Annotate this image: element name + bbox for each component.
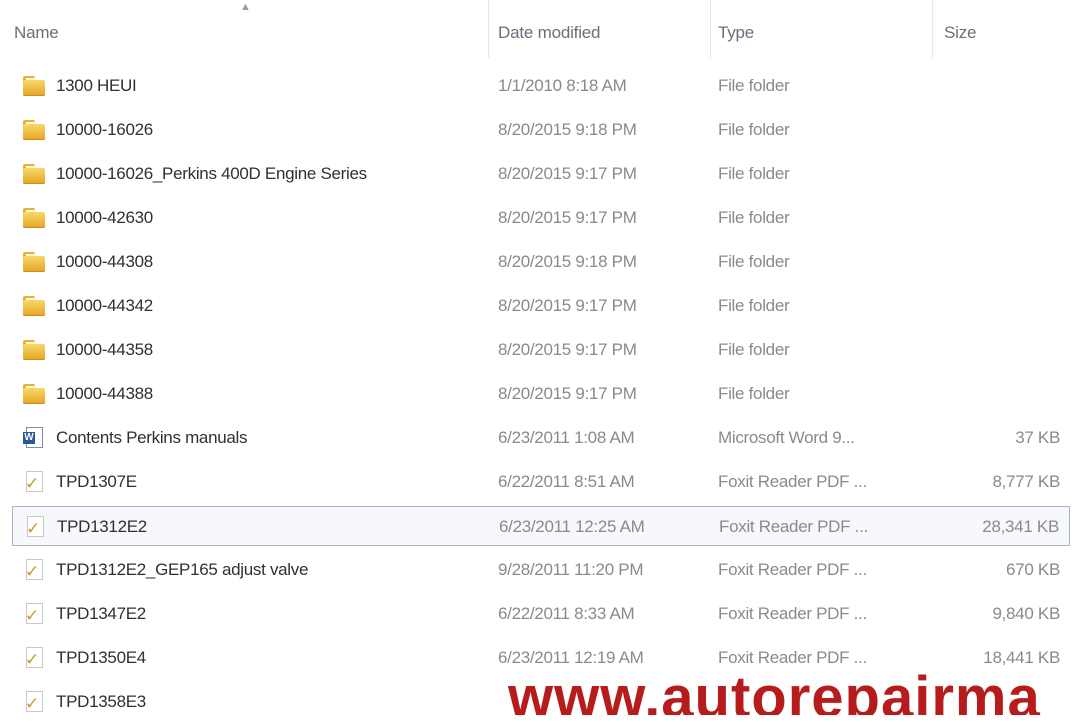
- column-header-name[interactable]: Name: [14, 22, 59, 44]
- date-modified: 9/28/2011 11:20 PM: [498, 560, 644, 579]
- pdf-document-icon: ✓: [22, 646, 46, 670]
- file-row[interactable]: W Contents Perkins manuals 6/23/2011 1:08 …: [12, 418, 1070, 458]
- file-name: TPD1312E2: [57, 517, 147, 536]
- file-row[interactable]: ✓ TPD1347E2 6/22/2011 8:33 AM Foxit Reader …: [12, 594, 1070, 634]
- file-row[interactable]: 10000-44358 8/20/2015 9:17 PM File folder: [12, 330, 1070, 370]
- date-modified: 6/23/2011 1:08 AM: [498, 428, 635, 447]
- file-name: Contents Perkins manuals: [56, 428, 248, 447]
- date-modified: 6/22/2011 8:51 AM: [498, 472, 635, 491]
- date-modified: 6/23/2011 12:19 AM: [498, 648, 644, 667]
- file-row[interactable]: ✓ TPD1307E 6/22/2011 8:51 AM Foxit Reader P…: [12, 462, 1070, 502]
- file-name: 10000-44388: [56, 384, 153, 403]
- date-modified: 6/22/2011 8:33 AM: [498, 604, 635, 623]
- file-name: 10000-44342: [56, 296, 153, 315]
- file-type: Foxit Reader PDF ...: [718, 560, 867, 579]
- date-modified: 8/20/2015 9:18 PM: [498, 252, 637, 271]
- watermark-text: www.autorepairma: [508, 669, 1041, 715]
- date-modified: 6/23/2011 12:25 AM: [499, 517, 645, 536]
- folder-icon: [22, 338, 46, 362]
- file-row[interactable]: ✓ TPD1312E2 6/23/2011 12:25 AM Foxit Reader…: [12, 506, 1070, 546]
- file-name: TPD1307E: [56, 472, 137, 491]
- date-modified: 8/20/2015 9:18 PM: [498, 120, 637, 139]
- file-name: TPD1312E2_GEP165 adjust valve: [56, 560, 309, 579]
- date-modified: 8/20/2015 9:17 PM: [498, 164, 637, 183]
- pdf-document-icon: ✓: [23, 515, 47, 539]
- file-row[interactable]: 10000-42630 8/20/2015 9:17 PM File folder: [12, 198, 1070, 238]
- file-type: File folder: [718, 296, 790, 315]
- file-name: 1300 HEUI: [56, 76, 137, 95]
- file-size: 18,441 KB: [983, 648, 1060, 667]
- date-modified: 8/20/2015 9:17 PM: [498, 296, 637, 315]
- date-modified: 8/20/2015 9:17 PM: [498, 208, 637, 227]
- file-name: 10000-42630: [56, 208, 153, 227]
- column-divider[interactable]: [932, 0, 933, 58]
- folder-icon: [22, 294, 46, 318]
- file-type: File folder: [718, 208, 790, 227]
- file-row[interactable]: 10000-16026 8/20/2015 9:18 PM File folder: [12, 110, 1070, 150]
- date-modified: 8/20/2015 9:17 PM: [498, 340, 637, 359]
- folder-icon: [22, 382, 46, 406]
- column-header-size[interactable]: Size: [944, 22, 976, 44]
- file-type: File folder: [718, 384, 790, 403]
- folder-icon: [22, 250, 46, 274]
- file-type: Foxit Reader PDF ...: [719, 517, 868, 536]
- file-name: TPD1347E2: [56, 604, 146, 623]
- file-type: Foxit Reader PDF ...: [718, 604, 867, 623]
- column-header-type[interactable]: Type: [718, 22, 754, 44]
- column-divider[interactable]: [488, 0, 489, 58]
- date-modified: 1/1/2010 8:18 AM: [498, 76, 627, 95]
- column-header-bar: Name Date modified Type Size: [0, 0, 1073, 62]
- file-type: Microsoft Word 9...: [718, 428, 855, 447]
- file-type: File folder: [718, 252, 790, 271]
- pdf-document-icon: ✓: [22, 470, 46, 494]
- file-type: File folder: [718, 76, 790, 95]
- pdf-document-icon: ✓: [22, 558, 46, 582]
- file-name: TPD1358E3: [56, 692, 146, 711]
- folder-icon: [22, 162, 46, 186]
- pdf-document-icon: ✓: [22, 602, 46, 626]
- file-size: 8,777 KB: [992, 472, 1060, 491]
- file-name: 10000-16026_Perkins 400D Engine Series: [56, 164, 367, 183]
- file-row[interactable]: 10000-44342 8/20/2015 9:17 PM File folder: [12, 286, 1070, 326]
- file-row[interactable]: 10000-16026_Perkins 400D Engine Series 8/…: [12, 154, 1070, 194]
- file-row[interactable]: 10000-44308 8/20/2015 9:18 PM File folder: [12, 242, 1070, 282]
- folder-icon: [22, 74, 46, 98]
- file-size: 28,341 KB: [982, 517, 1059, 536]
- date-modified: 8/20/2015 9:17 PM: [498, 384, 637, 403]
- file-type: File folder: [718, 164, 790, 183]
- file-name: 10000-44358: [56, 340, 153, 359]
- file-type: Foxit Reader PDF ...: [718, 472, 867, 491]
- column-divider[interactable]: [710, 0, 711, 58]
- word-document-icon: W: [22, 426, 46, 450]
- file-type: Foxit Reader PDF ...: [718, 648, 867, 667]
- file-size: 9,840 KB: [992, 604, 1060, 623]
- column-header-date-modified[interactable]: Date modified: [498, 22, 600, 44]
- file-name: TPD1350E4: [56, 648, 146, 667]
- folder-icon: [22, 118, 46, 142]
- file-row[interactable]: 1300 HEUI 1/1/2010 8:18 AM File folder: [12, 66, 1070, 106]
- file-type: File folder: [718, 120, 790, 139]
- file-name: 10000-44308: [56, 252, 153, 271]
- folder-icon: [22, 206, 46, 230]
- file-row[interactable]: 10000-44388 8/20/2015 9:17 PM File folder: [12, 374, 1070, 414]
- file-type: File folder: [718, 340, 790, 359]
- pdf-document-icon: ✓: [22, 690, 46, 714]
- file-size: 670 KB: [1006, 560, 1060, 579]
- file-size: 37 KB: [1015, 428, 1060, 447]
- file-name: 10000-16026: [56, 120, 153, 139]
- file-row[interactable]: ✓ TPD1312E2_GEP165 adjust valve 9/28/2011 …: [12, 550, 1070, 590]
